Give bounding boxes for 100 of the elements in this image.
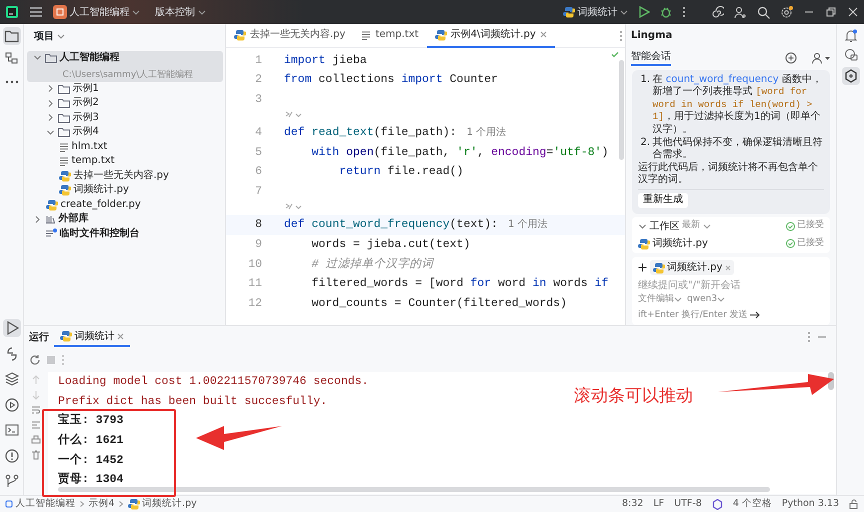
tree-item[interactable]: hlm.txt xyxy=(26,140,222,154)
settings-icon[interactable] xyxy=(780,6,793,18)
tree-item[interactable]: temp.txt xyxy=(26,154,222,168)
mode-menu[interactable]: 文件编辑 xyxy=(638,292,682,306)
caret-icon xyxy=(620,8,628,16)
editor-tab[interactable]: temp.txt xyxy=(353,24,427,48)
status-text: 已接受 xyxy=(797,236,824,250)
editor-tab[interactable]: 去掉一些无关内容.py xyxy=(226,24,354,48)
add-icon[interactable] xyxy=(785,52,797,64)
tree-item[interactable]: create_folder.py xyxy=(26,198,222,212)
line-number: 1 xyxy=(254,52,263,68)
tree-item[interactable]: 人工智能编程 C:\Users\sammy\人工智能编程 xyxy=(26,50,222,82)
breadcrumb-item[interactable]: 词频统计.py xyxy=(142,496,197,512)
tree-item[interactable]: 示例3 xyxy=(26,110,222,125)
panel-title: Lingma xyxy=(630,29,674,43)
file-encoding[interactable]: UTF-8 xyxy=(674,496,702,512)
tool-window-button[interactable] xyxy=(2,370,20,388)
workspace-label: 工作区 xyxy=(650,220,680,234)
indent-setting[interactable]: 4 个空格 xyxy=(732,496,772,512)
close-icon[interactable] xyxy=(847,6,859,18)
tool-window-button[interactable] xyxy=(2,472,20,490)
search-icon[interactable] xyxy=(757,6,770,18)
more-icon xyxy=(4,80,18,84)
send-arrow-icon[interactable] xyxy=(750,311,760,320)
code-line: words = jieba.cut(text) xyxy=(310,237,470,253)
check-icon xyxy=(611,51,619,58)
chevron-right-icon[interactable] xyxy=(32,214,42,224)
chevron-down-icon[interactable] xyxy=(46,128,54,137)
restore-icon[interactable] xyxy=(825,6,837,18)
tree-item[interactable]: 词频统计.py xyxy=(26,183,222,198)
print-icon[interactable] xyxy=(31,434,41,444)
code-line: word_counts = Counter(filtered_words) xyxy=(310,296,567,312)
scrollbar-thumb[interactable] xyxy=(619,60,624,160)
user-menu-icon[interactable] xyxy=(811,52,831,64)
line-ending[interactable]: LF xyxy=(653,496,664,512)
caret-icon xyxy=(198,8,206,16)
assistant-button[interactable] xyxy=(842,67,860,85)
interpreter[interactable]: Python 3.13 xyxy=(782,496,839,512)
code-line: def read_text(file_path): 1 个用法 xyxy=(283,125,506,142)
bell-icon[interactable] xyxy=(844,29,858,43)
tree-item[interactable]: 示例4 xyxy=(26,125,222,140)
chevron-down-icon[interactable] xyxy=(638,222,647,230)
wrap-icon[interactable] xyxy=(31,404,41,414)
tool-window-button[interactable] xyxy=(2,26,20,44)
python-file-icon xyxy=(652,262,664,274)
console-line: Loading model cost 1.002211570739746 seconds. xyxy=(57,374,369,390)
run-tab[interactable]: 词频统计 xyxy=(54,327,130,347)
text-file-icon xyxy=(361,30,372,40)
code-line: with open(file_path, 'r', encoding='utf-8') xyxy=(310,144,608,161)
chevron-right-icon xyxy=(117,500,126,508)
line-number: 5 xyxy=(254,144,263,161)
app-logo-icon[interactable] xyxy=(5,5,19,19)
code-line: # 过滤掉单个汉字的词 xyxy=(310,256,434,273)
line-number: 11 xyxy=(247,276,263,292)
tree-item[interactable]: 临时文件和控制台 xyxy=(26,226,222,241)
structure-icon xyxy=(4,50,20,66)
add-user-icon[interactable] xyxy=(734,6,747,18)
attachment-chip[interactable]: 词频统计.py xyxy=(650,260,734,275)
file-name[interactable]: 词频统计.py xyxy=(652,236,708,251)
run-icon[interactable] xyxy=(638,6,650,18)
more-icon[interactable] xyxy=(682,6,686,18)
tool-window-button[interactable] xyxy=(2,446,20,464)
console-line: 一个: 1452 xyxy=(57,452,124,469)
code-line: import jieba xyxy=(283,52,367,68)
tree-item[interactable]: 示例2 xyxy=(26,96,222,110)
inline-link[interactable]: count_word_frequency xyxy=(666,74,779,85)
rerun-icon[interactable] xyxy=(29,354,41,366)
cursor-position[interactable]: 8:32 xyxy=(622,496,644,512)
regenerate-button[interactable]: 重新生成 xyxy=(638,192,688,208)
python-file-icon xyxy=(638,238,650,250)
console-line: 宝玉: 3793 xyxy=(57,412,124,430)
add-icon[interactable] xyxy=(638,263,647,272)
console-line: 贾母: 1304 xyxy=(57,472,124,488)
list-item: 1. 在 count_word_frequency 函数中，新增了一个列表推导式 [word for word in words if len(word) > 1]，用于过滤掉长度为1的词（即单个汉字）。 xyxy=(640,74,823,136)
scrollbar-thumb[interactable] xyxy=(58,487,770,492)
library-icon xyxy=(44,214,56,224)
tool-window-button[interactable] xyxy=(2,396,20,414)
project-menu[interactable]: 人工智能编程 xyxy=(70,4,140,20)
scroll-end-icon[interactable] xyxy=(31,420,41,430)
breadcrumb-item[interactable]: 示例4 xyxy=(88,496,115,512)
line-number: 10 xyxy=(247,256,263,273)
tree-item[interactable]: 示例1 xyxy=(26,82,222,96)
trash-icon[interactable] xyxy=(31,450,41,460)
lock-icon[interactable] xyxy=(849,499,859,509)
chevron-down-icon[interactable] xyxy=(32,53,42,62)
filter-menu[interactable]: 最新 xyxy=(682,219,710,233)
breadcrumb-item[interactable]: 人工智能编程 xyxy=(16,496,76,512)
tool-window-button[interactable] xyxy=(2,319,20,337)
tree-item[interactable]: 去掉一些无关内容.py xyxy=(26,168,222,183)
editor-tab[interactable]: 示例4\词频统计.py xyxy=(426,24,555,48)
panel-title: 运行 xyxy=(29,330,49,344)
run-config-menu[interactable]: 词频统计 xyxy=(563,4,628,20)
chat-tab[interactable]: 智能会话 xyxy=(631,49,671,66)
project-view-menu[interactable]: 项目 xyxy=(34,28,64,44)
vcs-menu[interactable]: 版本控制 xyxy=(155,4,206,20)
bug-icon[interactable] xyxy=(660,6,672,18)
tree-item[interactable]: 外部库 xyxy=(26,212,222,226)
chat-icon[interactable] xyxy=(844,48,858,62)
chat-input-field[interactable]: 继续提问或"/"新开会话 xyxy=(638,278,824,292)
menu-icon[interactable] xyxy=(29,6,43,18)
